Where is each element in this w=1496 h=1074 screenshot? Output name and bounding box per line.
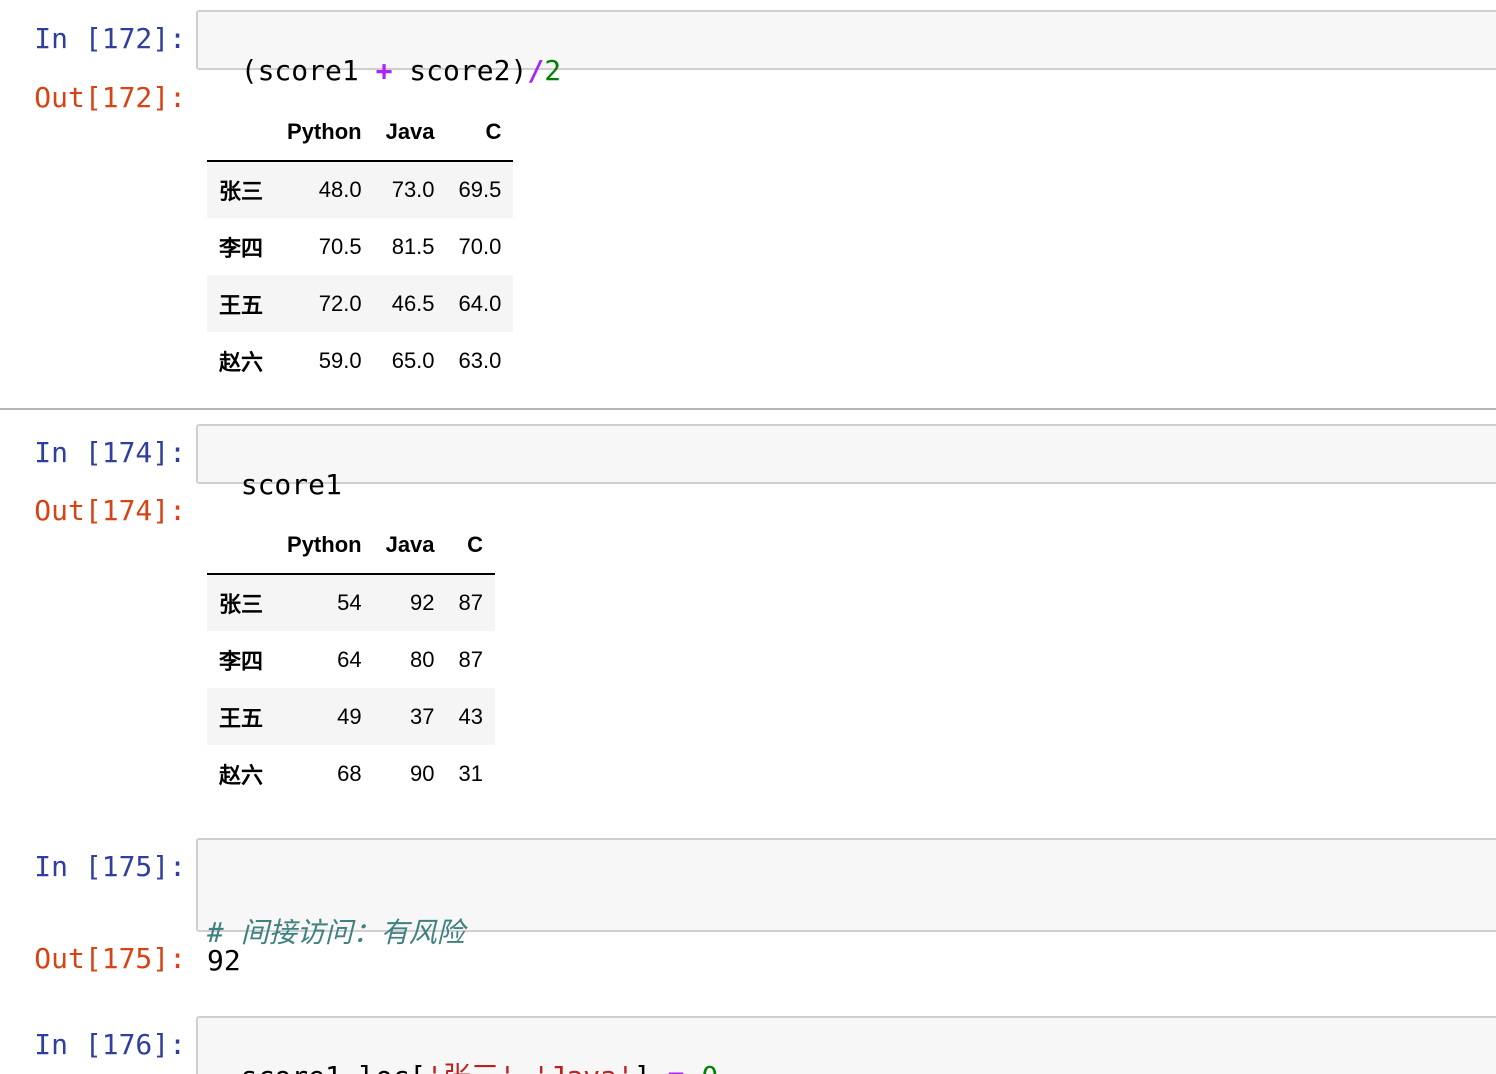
row-index: 王五: [219, 292, 264, 318]
table-cell: 46.5: [391, 290, 435, 316]
row-index: 李四: [219, 648, 264, 674]
dataframe-output-174: Python Java C 张三 54 92 87 李四 64 80 87 王五 49 37 43 赵六 68 9…: [207, 517, 496, 802]
table-cell: 70.5: [318, 233, 362, 259]
code-token: (: [240, 54, 258, 87]
column-header: Python: [275, 104, 374, 162]
table-cell: 59.0: [318, 347, 362, 373]
column-header: C: [446, 517, 496, 575]
column-header: Java: [373, 517, 447, 575]
table-cell: 54: [337, 590, 362, 615]
column-header: Python: [275, 517, 374, 575]
code-token: 0: [701, 1060, 718, 1074]
code-token: /: [527, 54, 545, 87]
table-cell: 64.0: [458, 290, 502, 316]
table-cell: 73.0: [391, 177, 435, 202]
table-cell: 31: [458, 760, 484, 786]
code-line: score1.loc['张三','Java'] = 0: [241, 1060, 718, 1074]
input-prompt-176: In [176]:: [34, 1028, 186, 1061]
cell-divider: [0, 408, 1496, 410]
code-cell-175[interactable]: # 间接访问：有风险 score1.loc['张三']['Java']: [196, 838, 1496, 1051]
code-cell-174[interactable]: score1: [196, 424, 1496, 501]
output-prompt-174: Out[174]:: [34, 494, 186, 527]
code-token: score1.loc[: [241, 1060, 426, 1074]
code-line: score1: [241, 468, 342, 501]
table-cell: 65.0: [391, 347, 435, 373]
table-cell: 37: [410, 703, 435, 729]
table-cell: 87: [458, 590, 484, 615]
row-index: 赵六: [219, 349, 264, 375]
code-token: score1: [257, 54, 376, 87]
row-index: 张三: [219, 592, 264, 617]
code-token: ,: [516, 1060, 533, 1074]
row-index: 赵六: [219, 762, 264, 788]
code-token: +: [375, 54, 393, 87]
code-line: (score1 + score2)/2: [241, 54, 561, 87]
table-cell: 69.5: [458, 177, 502, 202]
table-cell: 48.0: [318, 177, 362, 202]
table-cell: 68: [337, 760, 362, 786]
output-prompt-172: Out[172]:: [34, 81, 186, 114]
code-token: '张三': [426, 1060, 516, 1074]
table-cell: 87: [458, 646, 484, 672]
table-cell: 80: [410, 646, 435, 672]
code-token: 'Java': [533, 1060, 634, 1074]
code-token: =: [668, 1060, 685, 1074]
output-prompt-175: Out[175]:: [34, 942, 186, 975]
code-token: # 间接访问：有风险: [207, 916, 465, 949]
table-row: 李四 64 80 87: [207, 631, 495, 688]
row-index: 李四: [219, 235, 264, 261]
table-cell: 49: [337, 703, 362, 729]
table-row: 王五 72.0 46.5 64.0: [207, 275, 514, 332]
table-row: 张三 48.0 73.0 69.5: [207, 161, 514, 218]
code-cell-172[interactable]: (score1 + score2)/2: [196, 10, 1496, 87]
column-header: [207, 104, 276, 162]
table-row: 赵六 68 90 31: [207, 745, 495, 802]
code-token: score1: [240, 468, 342, 501]
column-header: Java: [373, 104, 447, 162]
code-token: 2: [544, 54, 562, 87]
table-cell: 43: [458, 703, 484, 729]
code-token: ]: [634, 1060, 668, 1074]
input-prompt-174: In [174]:: [34, 436, 186, 469]
scalar-output-175: 92: [207, 944, 241, 977]
table-row: 李四 70.5 81.5 70.0: [207, 218, 513, 275]
table-cell: 63.0: [458, 347, 502, 373]
table-row: 赵六 59.0 65.0 63.0: [207, 332, 513, 389]
table-cell: 92: [410, 590, 435, 615]
table-cell: 64: [337, 646, 362, 672]
table-row: 王五 49 37 43: [207, 688, 496, 745]
input-prompt-172: In [172]:: [34, 22, 186, 55]
row-index: 王五: [219, 705, 264, 731]
input-prompt-175: In [175]:: [34, 850, 186, 883]
code-comment-line: # 间接访问：有风险: [207, 916, 1489, 950]
column-header: [207, 517, 276, 575]
row-index: 张三: [219, 179, 264, 204]
table-cell: 72.0: [318, 290, 362, 316]
dataframe-output-172: Python Java C 张三 48.0 73.0 69.5 李四 70.5 81.5 70.0 王…: [207, 104, 514, 389]
column-header: C: [446, 104, 514, 162]
code-token: ): [510, 54, 528, 87]
table-cell: 70.0: [458, 233, 502, 259]
code-cell-176[interactable]: score1.loc['张三','Java'] = 0: [196, 1016, 1496, 1074]
code-token: score2: [392, 54, 511, 87]
table-cell: 90: [410, 760, 435, 786]
table-row: 张三 54 92 87: [207, 574, 496, 631]
table-cell: 81.5: [391, 233, 435, 259]
